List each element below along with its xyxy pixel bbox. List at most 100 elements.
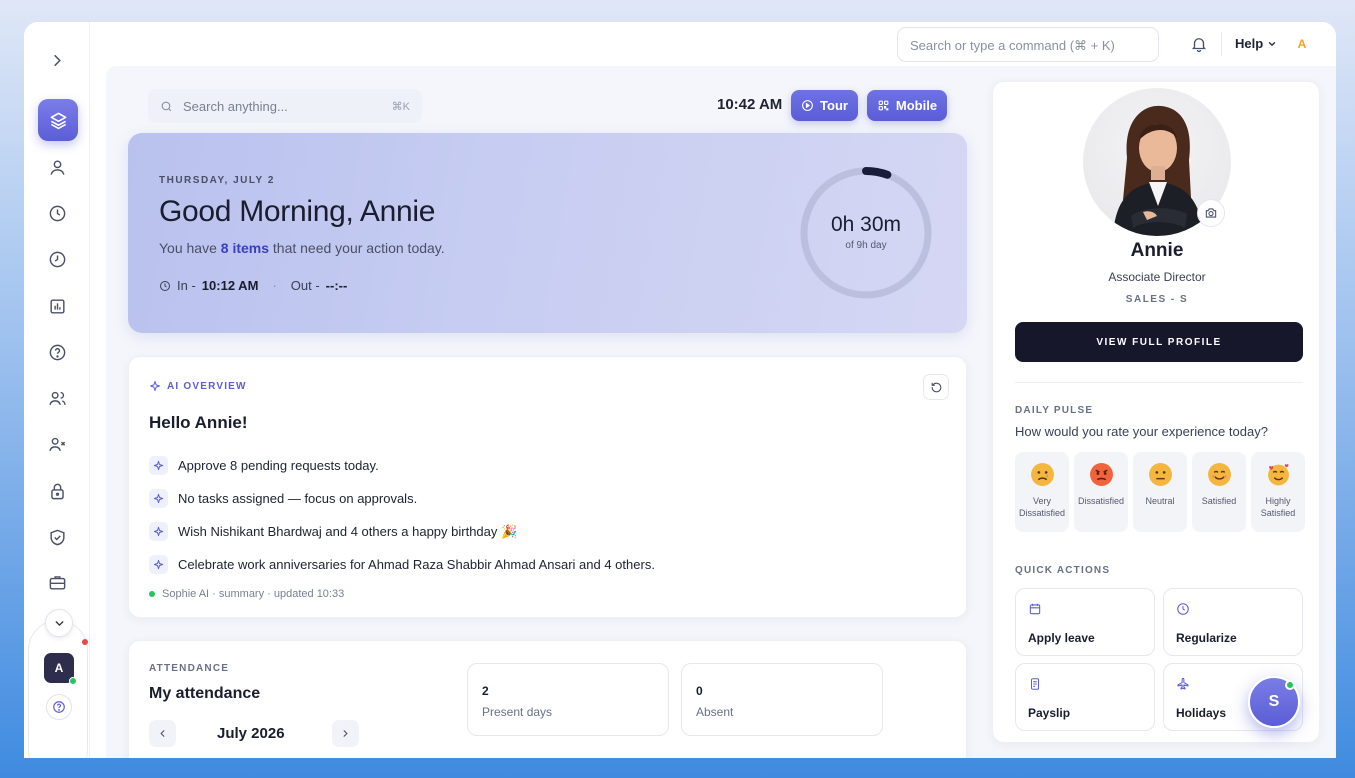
prev-month-button[interactable]	[149, 720, 176, 747]
mood-label: Neutral	[1145, 496, 1175, 506]
ai-suggestions: Approve 8 pending requests today. No tas…	[149, 449, 655, 581]
clock-icon	[49, 205, 65, 221]
out-label: Out -	[290, 278, 320, 293]
nav-team[interactable]	[41, 382, 73, 414]
nav-history[interactable]	[41, 243, 73, 275]
status-dot	[149, 591, 155, 597]
mood-neutral[interactable]: Neutral	[1133, 452, 1187, 532]
bell-icon[interactable]	[1190, 35, 1208, 53]
daily-pulse-question: How would you rate your experience today…	[1015, 424, 1268, 439]
profile-name: Annie	[1130, 240, 1184, 261]
attendance-title: My attendance	[149, 685, 261, 702]
in-time: 10:12 AM	[201, 278, 259, 293]
suggestion-text: Approve 8 pending requests today.	[178, 458, 379, 473]
receipt-icon	[1030, 678, 1040, 690]
mood-dissatisfied[interactable]: Dissatisfied	[1074, 452, 1128, 532]
nav-attendance[interactable]	[41, 197, 73, 229]
change-photo-button[interactable]	[1197, 199, 1225, 227]
present-days-label: Present days	[482, 705, 553, 719]
nav-exits[interactable]	[41, 428, 73, 460]
pending-summary: You have 8 items that need your action t…	[159, 240, 445, 256]
out-time: --:--	[325, 278, 348, 293]
list-item[interactable]: Approve 8 pending requests today.	[149, 449, 655, 482]
assistant-online-dot	[1285, 680, 1295, 690]
view-profile-button[interactable]: VIEW FULL PROFILE	[1015, 322, 1303, 362]
sparkle-icon	[149, 489, 168, 508]
history-icon	[49, 251, 65, 267]
user-remove-icon	[48, 437, 65, 451]
help-icon	[53, 701, 65, 713]
nav-dashboard[interactable]	[38, 99, 78, 141]
rail-avatar[interactable]: A	[44, 653, 77, 685]
nav-profile[interactable]	[41, 151, 73, 183]
sparkle-icon	[150, 381, 160, 391]
pending-suffix: that need your action today.	[269, 240, 445, 256]
punch-times: In - 10:12 AM · Out - --:--	[159, 278, 347, 293]
topbar-divider	[1221, 32, 1222, 56]
mood-highly-satisfied[interactable]: Highly Satisfied	[1251, 452, 1305, 532]
search-placeholder: Search anything...	[183, 98, 288, 114]
mood-satisfied[interactable]: Satisfied	[1192, 452, 1246, 532]
list-item[interactable]: No tasks assigned — focus on approvals.	[149, 482, 655, 515]
calendar-icon	[1029, 603, 1041, 615]
nav-projects[interactable]	[41, 566, 73, 598]
nav-compliance[interactable]	[41, 521, 73, 553]
work-progress-value: 0h 30m	[830, 213, 902, 236]
sparkle-icon	[149, 522, 168, 541]
mood-very-dissatisfied[interactable]: Very Dissatisfied	[1015, 452, 1069, 532]
panel-divider	[1015, 382, 1303, 383]
help-menu-button[interactable]: Help	[1235, 36, 1277, 51]
notification-dot	[82, 639, 88, 645]
sparkle-icon	[149, 555, 168, 574]
command-search-placeholder: Search or type a command (⌘ + K)	[910, 38, 1115, 53]
refresh-icon	[931, 382, 941, 392]
mobile-button[interactable]: Mobile	[867, 90, 947, 121]
clock-icon	[160, 280, 170, 291]
mobile-label: Mobile	[895, 98, 938, 113]
hero-date: THURSDAY, JULY 2	[159, 175, 275, 186]
nav-help[interactable]	[41, 336, 73, 368]
list-item[interactable]: Celebrate work anniversaries for Ahmad R…	[149, 548, 655, 581]
nav-reports[interactable]	[41, 290, 73, 322]
tour-button[interactable]: Tour	[791, 90, 858, 121]
apply-leave-button[interactable]: Apply leave	[1015, 588, 1155, 656]
angry-face-icon	[1089, 463, 1113, 486]
rail-help-button[interactable]	[46, 694, 72, 720]
user-avatar[interactable]: A	[1290, 32, 1314, 56]
command-search-input[interactable]: Search or type a command (⌘ + K)	[897, 27, 1159, 62]
greeting-card: THURSDAY, JULY 2 Good Morning, Annie You…	[128, 133, 967, 333]
list-item[interactable]: Wish Nishikant Bhardwaj and 4 others a h…	[149, 515, 655, 548]
in-label: In -	[177, 278, 196, 293]
rail-avatar-initial: A	[54, 661, 64, 675]
current-time: 10:42 AM	[717, 96, 783, 113]
nav-security[interactable]	[41, 475, 73, 507]
regularize-button[interactable]: Regularize	[1163, 588, 1303, 656]
chevron-right-icon	[343, 730, 348, 737]
attendance-card: ATTENDANCE My attendance July 2026 2 Pre…	[128, 640, 967, 758]
absent-label: Absent	[696, 705, 734, 719]
pending-items-link[interactable]: 8 items	[221, 240, 269, 256]
user-icon	[49, 159, 65, 175]
refresh-button[interactable]	[923, 374, 949, 400]
ai-overview-label: AI OVERVIEW	[167, 380, 247, 392]
expand-rail-button[interactable]	[41, 44, 73, 76]
lock-icon	[50, 483, 64, 499]
next-month-button[interactable]	[332, 720, 359, 747]
left-rail: A	[24, 22, 90, 758]
present-days-stat: 2 Present days	[467, 663, 669, 736]
scroll-down-button[interactable]	[45, 609, 73, 637]
profile-department: SALES - S	[1125, 294, 1189, 305]
play-circle-icon	[802, 100, 813, 111]
search-input[interactable]: Search anything... ⌘K	[148, 89, 422, 123]
suggestion-text: Celebrate work anniversaries for Ahmad R…	[178, 557, 655, 572]
payslip-button[interactable]: Payslip	[1015, 663, 1155, 731]
plane-icon	[1177, 677, 1189, 690]
hearts-face-icon	[1267, 464, 1289, 486]
ai-greeting: Hello Annie!	[149, 413, 248, 432]
online-indicator	[69, 677, 77, 685]
payslip-label: Payslip	[1028, 706, 1071, 720]
shield-icon	[49, 529, 65, 545]
mood-label: Highly Satisfied	[1260, 496, 1296, 518]
search-icon	[161, 101, 172, 111]
top-bar: Search or type a command (⌘ + K) Help A	[90, 22, 1336, 66]
